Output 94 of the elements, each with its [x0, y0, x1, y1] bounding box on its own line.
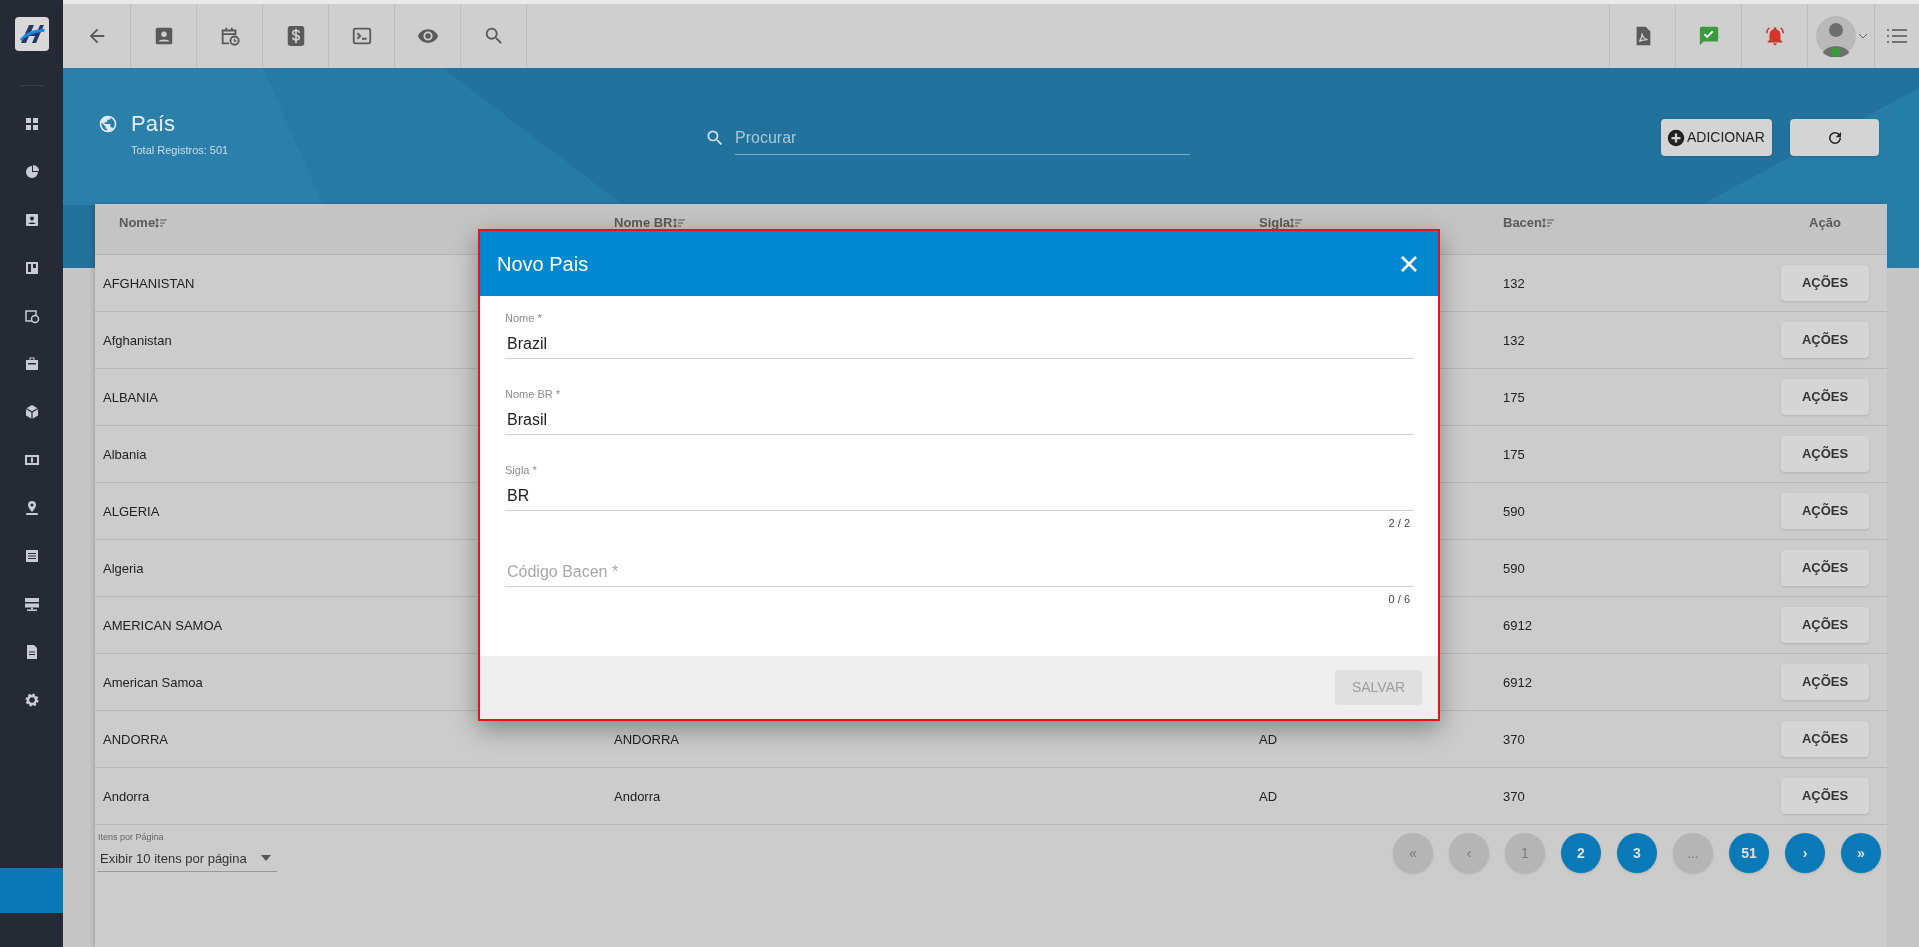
table-cell: 590	[1503, 561, 1525, 576]
search-icon	[705, 128, 725, 148]
actions-button[interactable]: AÇÕES	[1781, 550, 1869, 586]
contact-card-icon[interactable]	[23, 212, 40, 228]
actions-button[interactable]: AÇÕES	[1781, 265, 1869, 301]
actions-button[interactable]: AÇÕES	[1781, 721, 1869, 757]
column-header[interactable]: Sigla	[1259, 213, 1291, 233]
board-icon[interactable]	[23, 260, 40, 276]
actions-button[interactable]: AÇÕES	[1781, 379, 1869, 415]
text-field[interactable]: Nome BR * Brasil	[505, 387, 1413, 435]
briefcase-icon[interactable]	[23, 356, 40, 372]
character-counter: 2 / 2	[1388, 516, 1410, 530]
column-header[interactable]: Nome	[119, 213, 156, 233]
table-cell: 132	[1503, 276, 1525, 291]
actions-button[interactable]: AÇÕES	[1781, 322, 1869, 358]
table-cell: 175	[1503, 447, 1525, 462]
location-pin-icon[interactable]	[23, 500, 40, 516]
add-button[interactable]: ADICIONAR	[1661, 119, 1772, 156]
select-label: Itens por Página	[97, 831, 165, 844]
table-cell: Albania	[103, 447, 147, 462]
page-button[interactable]: 2	[1561, 833, 1601, 873]
money-icon[interactable]	[23, 452, 40, 468]
column-header[interactable]: Nome BR	[614, 213, 673, 233]
page-button[interactable]: 51	[1729, 833, 1769, 873]
select-value: Exibir 10 itens por página	[99, 849, 247, 868]
column-header[interactable]: Ação	[1809, 213, 1841, 233]
server-icon[interactable]	[23, 596, 40, 612]
chat-check-icon[interactable]	[1697, 25, 1720, 47]
text-field[interactable]: Nome * Brazil	[505, 311, 1413, 359]
search-field[interactable]: Procurar	[735, 121, 1190, 155]
column-header[interactable]: Bacen	[1503, 213, 1543, 233]
table-cell: AFGHANISTAN	[103, 276, 195, 291]
table-cell: Andorra	[103, 789, 150, 804]
table-cell: American Samoa	[103, 675, 203, 690]
terminal-icon[interactable]	[350, 25, 373, 47]
actions-button[interactable]: AÇÕES	[1781, 436, 1869, 472]
field-value: Brazil	[506, 334, 548, 354]
dialog-title: Novo Pais	[497, 251, 589, 277]
plus-icon	[1667, 128, 1685, 147]
actions-button[interactable]: AÇÕES	[1781, 778, 1869, 814]
menu-icon[interactable]	[1887, 28, 1907, 44]
table-cell: 370	[1503, 732, 1525, 747]
sort-icon[interactable]	[155, 217, 168, 228]
table-cell: Algeria	[103, 561, 144, 576]
text-field[interactable]: Sigla * BR	[505, 463, 1413, 511]
chevron-down-icon[interactable]	[1859, 33, 1867, 39]
table-cell: Andorra	[614, 789, 661, 804]
table-cell: ANDORRA	[614, 732, 679, 747]
table-cell: ALGERIA	[103, 504, 160, 519]
table-cell: Afghanistan	[103, 333, 172, 348]
field-label: Nome *	[505, 311, 543, 325]
cube-icon[interactable]	[23, 404, 40, 420]
table-cell: 590	[1503, 504, 1525, 519]
table-cell: ALBANIA	[103, 390, 158, 405]
table-cell: 6912	[1503, 618, 1532, 633]
avatar-icon[interactable]	[1815, 15, 1857, 57]
table-cell: AMERICAN SAMOA	[103, 618, 223, 633]
character-counter: 0 / 6	[1388, 592, 1410, 606]
dashboard-icon[interactable]	[23, 116, 40, 132]
actions-button[interactable]: AÇÕES	[1781, 664, 1869, 700]
settings-icon[interactable]	[23, 692, 40, 708]
field-value: Brasil	[506, 410, 548, 430]
sort-icon[interactable]	[672, 217, 685, 228]
sort-icon[interactable]	[1290, 217, 1303, 228]
table-cell: 175	[1503, 390, 1525, 405]
field-value: BR	[506, 486, 531, 506]
sort-icon[interactable]	[1542, 217, 1555, 228]
dropdown-caret-icon	[261, 855, 271, 862]
total-records: Total Registros: 501	[131, 143, 229, 158]
page-button[interactable]: »	[1841, 833, 1881, 873]
table-cell: AD	[1259, 789, 1278, 804]
table-cell: AD	[1259, 732, 1278, 747]
table-cell: 370	[1503, 789, 1525, 804]
actions-button[interactable]: AÇÕES	[1781, 607, 1869, 643]
logo-icon[interactable]	[14, 17, 49, 51]
field-label: Nome BR *	[505, 387, 562, 401]
page-title: País	[131, 110, 177, 138]
table-cell: ANDORRA	[103, 732, 168, 747]
globe-icon	[98, 114, 118, 134]
pie-chart-icon[interactable]	[23, 164, 40, 180]
field-label: Sigla *	[505, 463, 538, 477]
table-cell: 132	[1503, 333, 1525, 348]
per-page-select[interactable]: Itens por Página Exibir 10 itens por página	[97, 831, 277, 872]
calendar-clock-icon[interactable]	[23, 308, 40, 324]
table-cell: 6912	[1503, 675, 1532, 690]
actions-button[interactable]: AÇÕES	[1781, 493, 1869, 529]
text-field[interactable]: Código Bacen *	[505, 539, 1413, 587]
page-button[interactable]: 3	[1617, 833, 1657, 873]
list-icon[interactable]	[23, 548, 40, 564]
close-icon[interactable]	[1401, 255, 1417, 272]
refresh-button[interactable]	[1790, 119, 1879, 156]
bell-icon[interactable]	[1763, 25, 1786, 47]
page-button[interactable]: ›	[1785, 833, 1825, 873]
field-placeholder: Código Bacen *	[506, 562, 620, 582]
